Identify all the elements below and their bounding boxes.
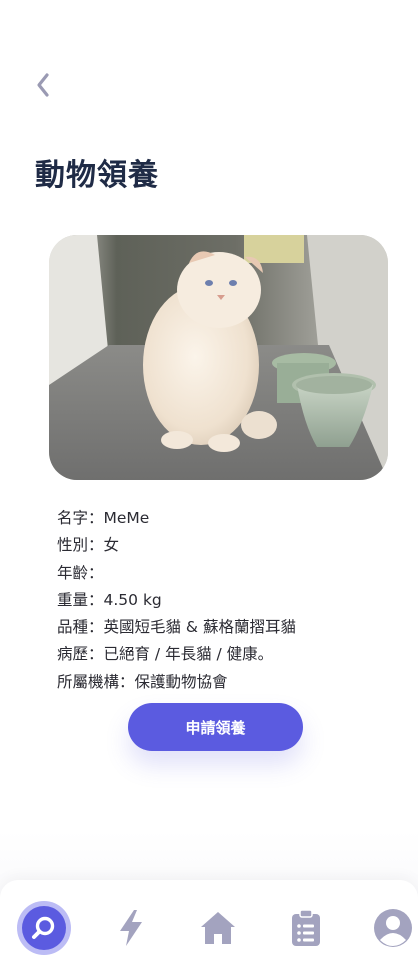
lightning-icon [120, 910, 142, 946]
pet-photo [49, 235, 388, 480]
nav-item-activity[interactable] [103, 900, 159, 956]
nav-item-profile[interactable] [365, 900, 418, 956]
pet-gender: 性別：女 [57, 536, 120, 555]
search-icon [32, 916, 55, 939]
pet-age: 年齡： [57, 563, 104, 582]
nav-item-home[interactable] [190, 900, 246, 956]
adoption-screen: 動物領養 名字：MeMe 性別：女 年齡： 重量：4.50 kg 品種：英國短毛… [0, 0, 418, 966]
chevron-left-icon [37, 73, 49, 97]
pet-weight: 重量：4.50 kg [57, 590, 162, 609]
nav-item-records[interactable] [278, 900, 334, 956]
pet-info: 名字：MeMe 性別：女 年齡： 重量：4.50 kg 品種：英國短毛貓 & 蘇… [57, 505, 296, 696]
clipboard-icon [292, 909, 320, 946]
pet-organization: 所屬機構：保護動物協會 [57, 672, 228, 691]
page-title: 動物領養 [35, 158, 159, 193]
nav-item-search[interactable] [16, 900, 72, 956]
pet-name: 名字：MeMe [57, 509, 150, 527]
home-icon [201, 912, 235, 944]
bottom-navigation [0, 880, 418, 966]
pet-breed: 品種：英國短毛貓 & 蘇格蘭摺耳貓 [57, 618, 296, 637]
user-icon [374, 909, 412, 947]
pet-medical-history: 病歷：已絕育 / 年長貓 / 健康。 [57, 645, 274, 664]
adopt-button[interactable]: 申請領養 [128, 703, 303, 751]
back-button[interactable] [28, 68, 58, 102]
